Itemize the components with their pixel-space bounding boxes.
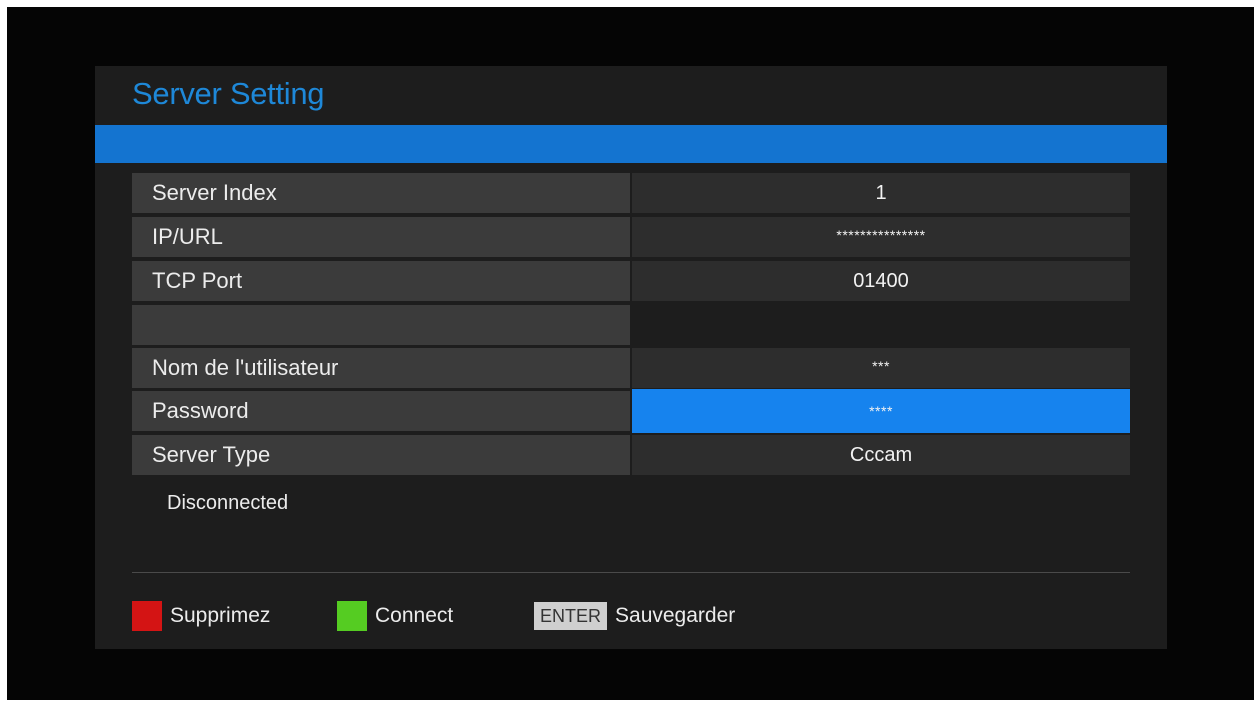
page-title: Server Setting: [132, 76, 325, 111]
row-label: Server Type: [132, 435, 630, 475]
row-label: [132, 305, 630, 345]
row-password[interactable]: Password ****: [132, 389, 1130, 433]
header-bar: [95, 125, 1167, 163]
row-ip-url[interactable]: IP/URL ***************: [132, 217, 1130, 257]
save-action[interactable]: ENTER Sauvegarder: [534, 600, 735, 632]
ip-url-field[interactable]: ***************: [632, 217, 1130, 257]
delete-label: Supprimez: [170, 604, 271, 627]
password-field[interactable]: ****: [632, 389, 1130, 433]
connection-status: Disconnected: [167, 492, 289, 514]
row-label: Nom de l'utilisateur: [132, 348, 630, 388]
row-label: Server Index: [132, 173, 630, 213]
green-key-icon: [337, 601, 367, 631]
save-label: Sauvegarder: [615, 604, 736, 627]
divider: [132, 572, 1130, 573]
server-index-value[interactable]: 1: [632, 173, 1130, 213]
tcp-port-field[interactable]: 01400: [632, 261, 1130, 301]
server-type-select[interactable]: Cccam: [632, 435, 1130, 475]
row-server-type[interactable]: Server Type Cccam: [132, 435, 1130, 475]
delete-action[interactable]: Supprimez: [132, 600, 270, 632]
row-server-index[interactable]: Server Index 1: [132, 173, 1130, 213]
connect-label: Connect: [375, 604, 454, 627]
row-label: TCP Port: [132, 261, 630, 301]
row-empty: [132, 305, 1130, 345]
enter-key-icon: ENTER: [534, 602, 608, 630]
red-key-icon: [132, 601, 162, 631]
row-username[interactable]: Nom de l'utilisateur ***: [132, 348, 1130, 388]
row-tcp-port[interactable]: TCP Port 01400: [132, 261, 1130, 301]
username-field[interactable]: ***: [632, 348, 1130, 388]
connect-action[interactable]: Connect: [337, 600, 453, 632]
row-label: IP/URL: [132, 217, 630, 257]
empty-value: [632, 305, 1130, 345]
row-label: Password: [132, 391, 630, 431]
